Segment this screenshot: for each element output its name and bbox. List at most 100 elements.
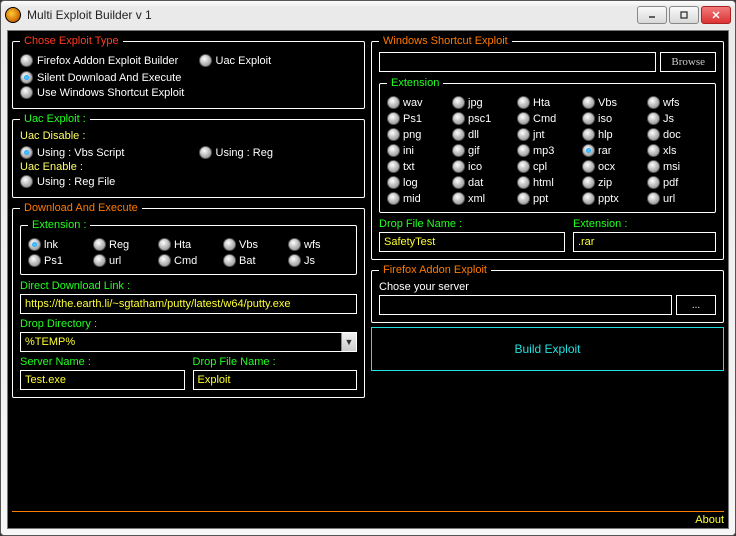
direct-download-input[interactable] — [20, 294, 357, 314]
wse-ext-vbs[interactable]: Vbs — [582, 96, 643, 109]
radio-icon — [517, 112, 530, 125]
opt-firefox-addon[interactable]: Firefox Addon Exploit Builder — [20, 54, 179, 67]
about-link[interactable]: About — [695, 514, 724, 526]
browse-button[interactable]: Browse — [660, 52, 716, 72]
build-exploit-button[interactable]: Build Exploit — [514, 342, 580, 356]
wse-ext-txt[interactable]: txt — [387, 160, 448, 173]
dae-ext-js[interactable]: Js — [288, 254, 349, 267]
radio-icon — [223, 238, 236, 251]
opt-uac-vbs[interactable]: Using : Vbs Script — [20, 146, 179, 159]
wse-ext-xml[interactable]: xml — [452, 192, 513, 205]
wse-ext-ico[interactable]: ico — [452, 160, 513, 173]
opt-uac-reg[interactable]: Using : Reg — [199, 146, 358, 159]
direct-download-label: Direct Download Link : — [20, 280, 357, 292]
download-execute-group: Download And Execute Extension : lnkRegH… — [12, 202, 365, 398]
opt-uac-exploit[interactable]: Uac Exploit — [199, 54, 358, 67]
wse-ext-ps1[interactable]: Ps1 — [387, 112, 448, 125]
wse-ext-html[interactable]: html — [517, 176, 578, 189]
maximize-button[interactable] — [669, 6, 699, 24]
firefox-browse-button[interactable]: ... — [676, 295, 716, 315]
wse-extension-group: Extension wavjpg Hta Vbswfs Ps1 psc1 Cmdiso Js… — [379, 77, 716, 213]
wse-ext-log[interactable]: log — [387, 176, 448, 189]
wse-ext-ppt[interactable]: ppt — [517, 192, 578, 205]
radio-icon — [582, 128, 595, 141]
radio-icon — [387, 176, 400, 189]
wse-ext-rar[interactable]: rar — [582, 144, 643, 157]
drop-dir-value[interactable] — [20, 332, 357, 352]
wse-ext-pptx[interactable]: pptx — [582, 192, 643, 205]
dae-ext-wfs[interactable]: wfs — [288, 238, 349, 251]
close-button[interactable] — [701, 6, 731, 24]
radio-icon — [20, 146, 33, 159]
wse-dropfile-label: Drop File Name : — [379, 218, 565, 230]
wse-ext-dat[interactable]: dat — [452, 176, 513, 189]
radio-icon — [387, 96, 400, 109]
dae-ext-bat[interactable]: Bat — [223, 254, 284, 267]
radio-icon — [452, 96, 465, 109]
wse-ext-zip[interactable]: zip — [582, 176, 643, 189]
radio-icon — [517, 96, 530, 109]
wse-ext-input[interactable] — [573, 232, 716, 252]
wse-ext-doc[interactable]: doc — [647, 128, 708, 141]
radio-icon — [158, 254, 171, 267]
wse-ext-cpl[interactable]: cpl — [517, 160, 578, 173]
wse-dropfile-input[interactable] — [379, 232, 565, 252]
server-name-input[interactable] — [20, 370, 185, 390]
wse-ext-wfs[interactable]: wfs — [647, 96, 708, 109]
titlebar[interactable]: Multi Exploit Builder v 1 — [1, 1, 735, 29]
wse-ext-psc1[interactable]: psc1 — [452, 112, 513, 125]
dae-ext-url[interactable]: url — [93, 254, 154, 267]
wse-path-input[interactable] — [379, 52, 656, 72]
drop-filename-input[interactable] — [193, 370, 358, 390]
wse-ext-gif[interactable]: gif — [452, 144, 513, 157]
radio-icon — [582, 144, 595, 157]
dae-ext-ps1[interactable]: Ps1 — [28, 254, 89, 267]
window-title: Multi Exploit Builder v 1 — [27, 8, 637, 22]
uac-exploit-legend: Uac Exploit : — [20, 113, 90, 125]
radio-icon — [223, 254, 236, 267]
wse-ext-hlp[interactable]: hlp — [582, 128, 643, 141]
wse-ext-url[interactable]: url — [647, 192, 708, 205]
wse-ext-iso[interactable]: iso — [582, 112, 643, 125]
firefox-chose-label: Chose your server — [379, 281, 716, 293]
opt-uac-regfile[interactable]: Using : Reg File — [20, 175, 357, 188]
dae-ext-lnk[interactable]: lnk — [28, 238, 89, 251]
wse-ext-mp3[interactable]: mp3 — [517, 144, 578, 157]
wse-ext-cmd[interactable]: Cmd — [517, 112, 578, 125]
wse-ext-mid[interactable]: mid — [387, 192, 448, 205]
opt-windows-shortcut[interactable]: Use Windows Shortcut Exploit — [20, 86, 357, 99]
radio-icon — [517, 144, 530, 157]
wse-ext-jpg[interactable]: jpg — [452, 96, 513, 109]
wse-ext-png[interactable]: png — [387, 128, 448, 141]
opt-silent-download[interactable]: Silent Download And Execute — [20, 71, 357, 84]
dae-ext-cmd[interactable]: Cmd — [158, 254, 219, 267]
wse-extension-legend: Extension — [387, 77, 443, 89]
radio-icon — [647, 176, 660, 189]
radio-icon — [647, 192, 660, 205]
wse-ext-msi[interactable]: msi — [647, 160, 708, 173]
wse-ext-jnt[interactable]: jnt — [517, 128, 578, 141]
left-column: Chose Exploit Type Firefox Addon Exploit… — [12, 35, 365, 504]
wse-ext-pdf[interactable]: pdf — [647, 176, 708, 189]
radio-icon — [452, 176, 465, 189]
dae-ext-hta[interactable]: Hta — [158, 238, 219, 251]
firefox-server-input[interactable] — [379, 295, 672, 315]
radio-icon — [387, 160, 400, 173]
radio-icon — [387, 144, 400, 157]
wse-ext-ini[interactable]: ini — [387, 144, 448, 157]
dae-ext-reg[interactable]: Reg — [93, 238, 154, 251]
uac-exploit-group: Uac Exploit : Uac Disable : Using : Vbs … — [12, 113, 365, 198]
dae-ext-vbs[interactable]: Vbs — [223, 238, 284, 251]
windows-shortcut-legend: Windows Shortcut Exploit — [379, 35, 512, 47]
wse-ext-wav[interactable]: wav — [387, 96, 448, 109]
radio-icon — [387, 112, 400, 125]
wse-ext-ocx[interactable]: ocx — [582, 160, 643, 173]
radio-icon — [582, 160, 595, 173]
minimize-button[interactable] — [637, 6, 667, 24]
wse-ext-js[interactable]: Js — [647, 112, 708, 125]
drop-dir-select[interactable]: ▼ — [20, 332, 357, 352]
wse-ext-xls[interactable]: xls — [647, 144, 708, 157]
chevron-down-icon[interactable]: ▼ — [341, 333, 356, 351]
wse-ext-hta[interactable]: Hta — [517, 96, 578, 109]
wse-ext-dll[interactable]: dll — [452, 128, 513, 141]
